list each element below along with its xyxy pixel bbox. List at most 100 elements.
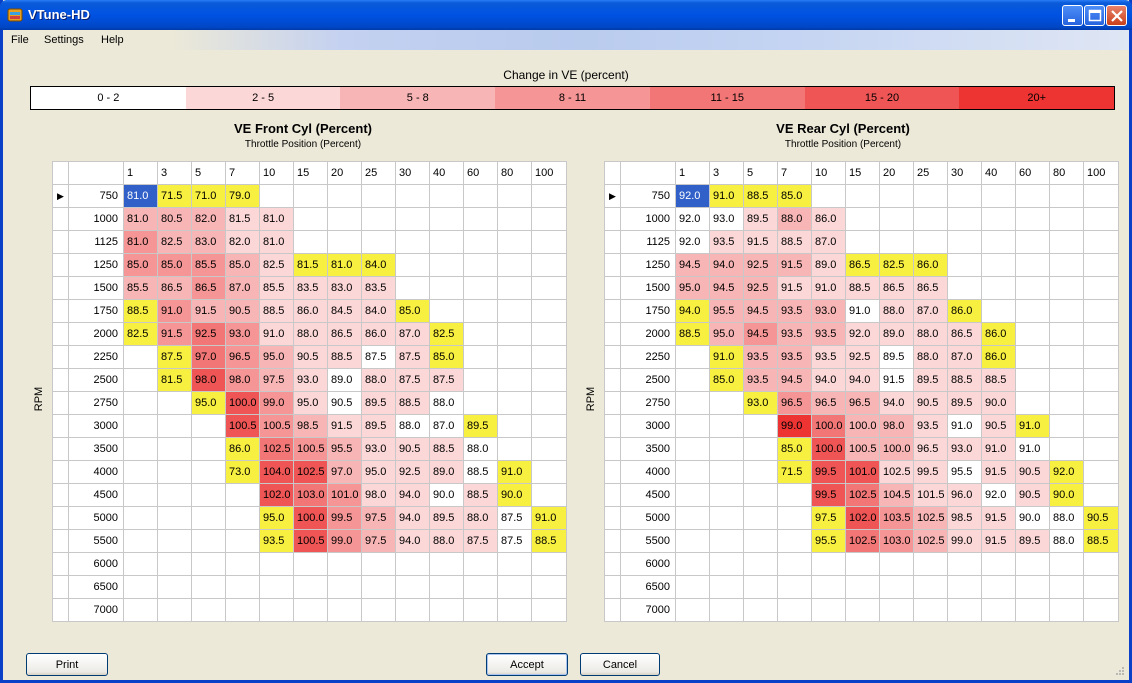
ve-cell[interactable]: 87.5 — [497, 506, 532, 530]
row-header-rpm[interactable]: 2750 — [68, 391, 124, 415]
ve-cell[interactable]: 89.5 — [361, 391, 396, 415]
ve-cell[interactable] — [947, 598, 982, 622]
ve-cell[interactable]: 96.5 — [225, 345, 260, 369]
ve-cell[interactable] — [531, 552, 567, 576]
ve-cell[interactable]: 88.5 — [1083, 529, 1119, 553]
ve-cell[interactable] — [981, 253, 1016, 277]
ve-cell[interactable]: 88.0 — [777, 207, 812, 231]
ve-cell[interactable]: 88.0 — [429, 529, 464, 553]
ve-cell[interactable]: 101.0 — [845, 460, 880, 484]
ve-cell[interactable]: 91.0 — [1015, 414, 1050, 438]
ve-cell[interactable]: 93.5 — [709, 230, 744, 254]
ve-cell[interactable]: 86.0 — [811, 207, 846, 231]
row-header-rpm[interactable]: 2250 — [620, 345, 676, 369]
ve-cell[interactable]: 92.5 — [845, 345, 880, 369]
ve-cell[interactable] — [191, 598, 226, 622]
ve-cell[interactable]: 98.5 — [947, 506, 982, 530]
ve-cell[interactable] — [395, 276, 430, 300]
ve-cell[interactable]: 88.5 — [743, 184, 778, 208]
ve-cell[interactable]: 89.0 — [811, 253, 846, 277]
ve-cell[interactable] — [981, 276, 1016, 300]
column-header[interactable]: 5 — [743, 161, 778, 185]
ve-cell[interactable]: 100.5 — [259, 414, 294, 438]
ve-cell[interactable]: 88.5 — [463, 460, 498, 484]
row-header-rpm[interactable]: 3000 — [68, 414, 124, 438]
ve-cell[interactable]: 89.0 — [879, 322, 914, 346]
ve-cell[interactable]: 88.5 — [395, 391, 430, 415]
ve-cell[interactable] — [1049, 437, 1084, 461]
ve-cell[interactable] — [497, 253, 532, 277]
ve-cell[interactable] — [1083, 483, 1119, 507]
ve-cell[interactable]: 98.0 — [361, 483, 396, 507]
ve-cell[interactable]: 103.0 — [879, 529, 914, 553]
ve-cell[interactable] — [1015, 230, 1050, 254]
ve-cell[interactable] — [395, 598, 430, 622]
ve-cell[interactable]: 87.5 — [395, 368, 430, 392]
ve-cell[interactable] — [1015, 207, 1050, 231]
ve-cell[interactable]: 94.0 — [709, 253, 744, 277]
ve-cell[interactable] — [361, 598, 396, 622]
ve-cell[interactable] — [1049, 552, 1084, 576]
column-header[interactable]: 10 — [811, 161, 846, 185]
ve-cell[interactable]: 81.5 — [157, 368, 192, 392]
ve-cell[interactable] — [463, 368, 498, 392]
ve-cell[interactable] — [327, 230, 362, 254]
ve-cell[interactable] — [123, 575, 158, 599]
ve-cell[interactable]: 100.5 — [845, 437, 880, 461]
ve-cell[interactable]: 90.0 — [1049, 483, 1084, 507]
ve-cell[interactable]: 88.5 — [531, 529, 567, 553]
ve-cell[interactable]: 93.5 — [743, 368, 778, 392]
ve-cell[interactable]: 96.5 — [913, 437, 948, 461]
row-selector[interactable] — [604, 506, 621, 530]
row-selector[interactable] — [604, 276, 621, 300]
ve-cell[interactable]: 88.5 — [777, 230, 812, 254]
ve-cell[interactable] — [123, 598, 158, 622]
ve-cell[interactable] — [531, 345, 567, 369]
ve-cell[interactable] — [361, 230, 396, 254]
ve-cell[interactable]: 86.5 — [947, 322, 982, 346]
ve-cell[interactable] — [123, 529, 158, 553]
ve-cell[interactable] — [743, 414, 778, 438]
column-header[interactable]: 1 — [675, 161, 710, 185]
ve-cell[interactable] — [429, 575, 464, 599]
accept-button[interactable]: Accept — [486, 653, 568, 676]
ve-cell[interactable] — [157, 460, 192, 484]
ve-cell[interactable] — [675, 437, 710, 461]
ve-cell[interactable]: 89.0 — [327, 368, 362, 392]
ve-cell[interactable] — [845, 207, 880, 231]
menu-help[interactable]: Help — [101, 34, 124, 46]
ve-cell[interactable]: 85.5 — [191, 253, 226, 277]
ve-cell[interactable] — [157, 437, 192, 461]
ve-cell[interactable]: 92.5 — [743, 253, 778, 277]
ve-cell[interactable] — [531, 598, 567, 622]
ve-cell[interactable]: 90.5 — [1015, 483, 1050, 507]
ve-cell[interactable]: 88.0 — [913, 345, 948, 369]
ve-cell[interactable] — [497, 575, 532, 599]
menu-settings[interactable]: Settings — [44, 34, 84, 46]
ve-cell[interactable] — [429, 184, 464, 208]
ve-cell[interactable]: 89.5 — [463, 414, 498, 438]
ve-cell[interactable] — [913, 575, 948, 599]
ve-cell[interactable]: 86.0 — [947, 299, 982, 323]
ve-cell[interactable]: 89.5 — [879, 345, 914, 369]
row-selector[interactable] — [52, 322, 69, 346]
ve-cell[interactable] — [1083, 575, 1119, 599]
ve-cell[interactable]: 88.5 — [429, 437, 464, 461]
ve-cell[interactable]: 91.0 — [811, 276, 846, 300]
ve-cell[interactable]: 94.5 — [709, 276, 744, 300]
ve-cell[interactable]: 88.0 — [913, 322, 948, 346]
ve-cell[interactable]: 87.5 — [361, 345, 396, 369]
ve-cell[interactable] — [811, 552, 846, 576]
ve-cell[interactable]: 91.0 — [259, 322, 294, 346]
ve-cell[interactable]: 90.5 — [1083, 506, 1119, 530]
row-header-rpm[interactable]: 7000 — [620, 598, 676, 622]
row-header-rpm[interactable]: 3000 — [620, 414, 676, 438]
ve-cell[interactable] — [947, 276, 982, 300]
ve-cell[interactable] — [777, 552, 812, 576]
ve-cell[interactable]: 86.5 — [327, 322, 362, 346]
ve-cell[interactable]: 93.0 — [361, 437, 396, 461]
ve-cell[interactable] — [395, 207, 430, 231]
ve-cell[interactable]: 90.5 — [293, 345, 328, 369]
ve-cell[interactable] — [675, 506, 710, 530]
ve-cell[interactable]: 93.5 — [777, 345, 812, 369]
